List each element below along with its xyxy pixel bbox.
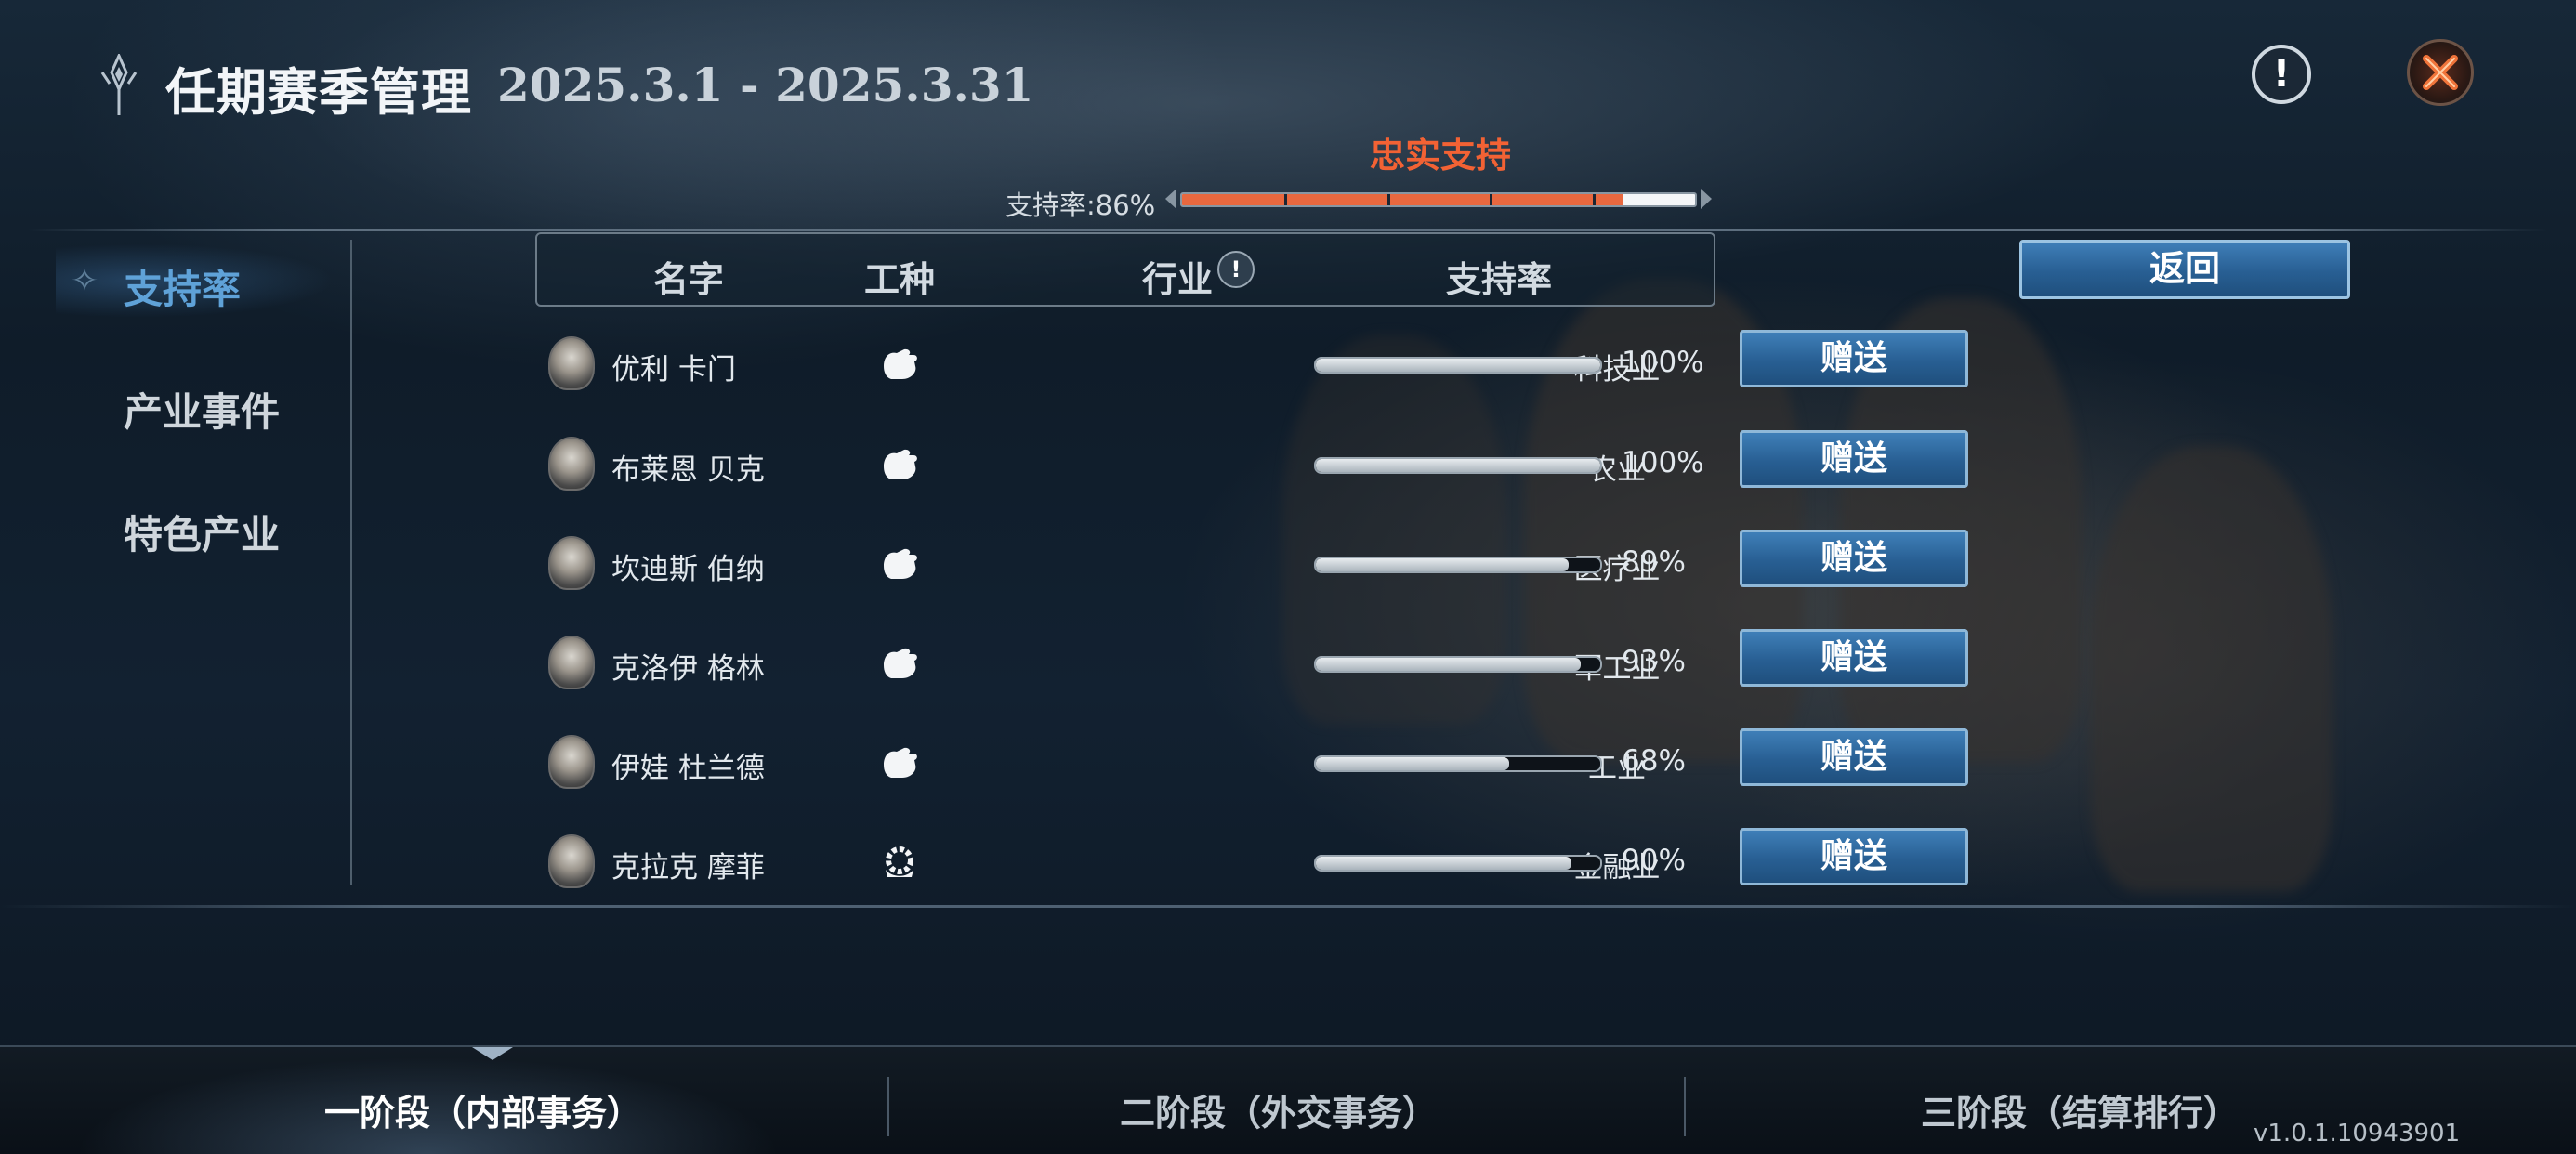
glove-icon — [878, 544, 921, 584]
table-row: 伊娃 杜兰德 工业 68% 赠送 — [548, 726, 1979, 809]
approval-bar — [1314, 855, 1602, 872]
column-header-industry: 行业 — [1142, 258, 1214, 300]
avatar — [548, 536, 595, 590]
page-title: 任期赛季管理 — [165, 62, 472, 122]
approval-bar-fill — [1316, 359, 1600, 372]
approval-percent: 89% — [1622, 545, 1686, 579]
loyalty-level-title: 忠实支持 — [1369, 135, 1511, 176]
nav-item-special-industry[interactable]: 特色产业 — [124, 504, 280, 560]
table-row: 坎迪斯 伯纳 医疗业 89% 赠送 — [548, 527, 1979, 610]
approval-percent: 68% — [1622, 744, 1686, 778]
approval-bar-fill — [1316, 459, 1600, 472]
resident-name: 克洛伊 格林 — [611, 652, 765, 686]
approval-bar-fill — [1316, 658, 1581, 671]
approval-bar — [1314, 656, 1602, 673]
avatar — [548, 636, 595, 689]
gift-button[interactable]: 赠送 — [1740, 330, 1968, 387]
approval-bar-fill — [1316, 857, 1572, 870]
divider — [28, 229, 2548, 231]
close-button[interactable] — [2407, 39, 2474, 106]
info-button[interactable]: ! — [2252, 45, 2311, 104]
column-header-approval: 支持率 — [1446, 258, 1553, 300]
emblem-icon — [100, 54, 138, 115]
approval-progress-bar — [1180, 192, 1697, 207]
approval-percent: 100% — [1622, 446, 1704, 479]
table-row: 克洛伊 格林 军工业 93% 赠送 — [548, 626, 1979, 710]
resident-name: 优利 卡门 — [611, 353, 736, 387]
season-dates: 2025.3.1 - 2025.3.31 — [497, 58, 1034, 112]
table-row: 克拉克 摩菲 金融业 90% 赠送 — [548, 825, 1979, 909]
bar-right-cap-icon — [1701, 189, 1712, 209]
gift-button[interactable]: 赠送 — [1740, 530, 1968, 587]
table-row: 布莱恩 贝克 农业 100% 赠送 — [548, 427, 1979, 511]
stage-tab-bar: 一阶段（内部事务） 二阶段（外交事务） 三阶段（结算排行） — [0, 1045, 2576, 1154]
exclamation-icon: ! — [2272, 53, 2291, 96]
approval-bar — [1314, 357, 1602, 374]
gear-hand-icon — [878, 842, 921, 883]
column-header-name: 名字 — [653, 258, 725, 300]
approval-bar — [1314, 457, 1602, 474]
nav-divider — [350, 240, 352, 885]
resident-name: 布莱恩 贝克 — [611, 453, 765, 487]
nav-item-approval[interactable]: 支持率 — [124, 258, 241, 315]
nav-active-marker-icon: ✧ — [71, 262, 99, 300]
avatar — [548, 336, 595, 390]
approval-percent: 90% — [1622, 844, 1686, 877]
glove-icon — [878, 344, 921, 385]
approval-bar-fill — [1316, 757, 1510, 770]
glove-icon — [878, 643, 921, 684]
nav-item-industry-events[interactable]: 产业事件 — [124, 381, 280, 438]
column-header-job: 工种 — [864, 258, 936, 300]
approval-bar-fill — [1316, 558, 1570, 571]
divider — [0, 905, 2576, 908]
approval-percent: 93% — [1622, 645, 1686, 678]
bar-tick — [1592, 194, 1596, 205]
table-row: 优利 卡门 科技业 100% 赠送 — [548, 327, 1979, 411]
child-silhouette — [2091, 446, 2333, 892]
tab-stage-2[interactable]: 二阶段（外交事务） — [879, 1084, 1678, 1135]
resident-name: 伊娃 杜兰德 — [611, 752, 765, 785]
bar-left-cap-icon — [1165, 189, 1176, 209]
bar-tick — [1387, 194, 1390, 205]
approval-percent: 100% — [1622, 346, 1704, 379]
version-label: v1.0.1.10943901 — [2254, 1120, 2461, 1147]
approval-bar — [1314, 557, 1602, 573]
avatar — [548, 437, 595, 491]
gift-button[interactable]: 赠送 — [1740, 728, 1968, 786]
avatar — [548, 735, 595, 789]
bar-tick — [1284, 194, 1288, 205]
gift-button[interactable]: 赠送 — [1740, 629, 1968, 687]
resident-name: 克拉克 摩菲 — [611, 851, 765, 885]
glove-icon — [878, 742, 921, 783]
tab-active-caret-icon — [472, 1047, 513, 1060]
back-button[interactable]: 返回 — [2019, 240, 2350, 299]
tab-stage-1[interactable]: 一阶段（内部事务） — [84, 1084, 883, 1135]
gift-button[interactable]: 赠送 — [1740, 430, 1968, 488]
approval-rate-label: 支持率:86% — [1005, 190, 1156, 221]
resident-name: 坎迪斯 伯纳 — [611, 553, 765, 586]
table-header: 名字 工种 行业 支持率 — [535, 232, 1715, 307]
approval-progress-fill — [1182, 194, 1623, 205]
bar-tick — [1490, 194, 1493, 205]
approval-bar — [1314, 755, 1602, 772]
glove-icon — [878, 444, 921, 485]
close-icon — [2423, 55, 2458, 90]
gift-button[interactable]: 赠送 — [1740, 828, 1968, 885]
industry-info-icon[interactable]: ! — [1217, 251, 1255, 288]
avatar — [548, 834, 595, 888]
